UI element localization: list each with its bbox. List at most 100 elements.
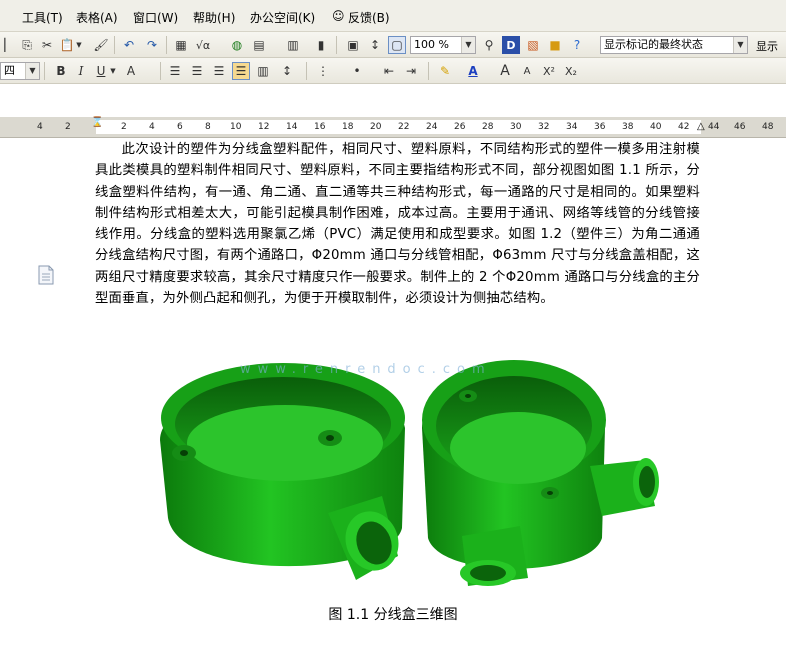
paste-dropdown-icon[interactable]: ▼ (74, 36, 84, 54)
chevron-down-icon[interactable]: ▼ (25, 63, 39, 79)
show-hide-icon[interactable]: ↕ (366, 36, 384, 54)
ruler-label: 40 (650, 122, 662, 132)
bold-icon[interactable]: B (52, 62, 70, 80)
page-view-icon[interactable]: ▢ (388, 36, 406, 54)
ruler-label: 4 (37, 122, 43, 132)
markup-view-select[interactable]: 显示标记的最终状态 ▼ (600, 36, 748, 54)
ruler-label: 2 (65, 122, 71, 132)
chart-icon[interactable]: ▮ (312, 36, 330, 54)
menu-table[interactable]: 表格(A) (76, 9, 118, 26)
table-grid-icon[interactable]: ▤ (250, 36, 268, 54)
format-painter-icon[interactable]: 🖌 (92, 36, 110, 54)
menu-window[interactable]: 窗口(W) (133, 9, 178, 26)
columns-icon[interactable]: ▥ (284, 36, 302, 54)
ruler-label: 10 (230, 122, 242, 132)
ruler-label: 48 (762, 122, 774, 132)
figure-caption: 图 1.1 分线盒三维图 (328, 607, 458, 623)
ruler-label: 42 (678, 122, 690, 132)
ruler-label: 34 (566, 122, 578, 132)
menu-help[interactable]: 帮助(H) (193, 9, 235, 26)
ruler-label: 24 (426, 122, 438, 132)
gift-icon[interactable]: ■ (546, 36, 564, 54)
menu-office-space[interactable]: 办公空间(K) (250, 9, 315, 26)
redo-icon[interactable]: ↷ (143, 36, 161, 54)
insert-table-icon[interactable]: ▦ (172, 36, 190, 54)
font-color-icon[interactable]: A (464, 62, 482, 80)
chevron-down-icon[interactable]: ▼ (733, 37, 747, 53)
undo-icon[interactable]: ↶ (120, 36, 138, 54)
junction-box-right (422, 360, 659, 586)
ruler-label: 12 (258, 122, 270, 132)
superscript-icon[interactable]: X² (540, 62, 558, 80)
ruler-label: 46 (734, 122, 746, 132)
right-indent-icon[interactable]: △ (697, 121, 705, 132)
template-icon[interactable]: ▧ (524, 36, 542, 54)
document-map-icon[interactable]: ▣ (344, 36, 362, 54)
ruler-label: 16 (314, 122, 326, 132)
ruler-label: 8 (205, 122, 211, 132)
horizontal-ruler[interactable]: 4 2 ⌛ 2 4 6 8 10 12 14 16 18 20 22 24 26… (0, 117, 786, 138)
separator (114, 36, 115, 54)
align-center-icon[interactable]: ☰ (188, 62, 206, 80)
menu-feedback[interactable]: 反馈(B) (348, 9, 390, 26)
body-paragraph[interactable]: 此次设计的塑件为分线盒塑料配件，相同尺寸、塑料原料，不同结构形式的塑件一模多用注… (95, 139, 700, 309)
show-label[interactable]: 显示 (756, 38, 778, 54)
cut-icon[interactable]: ✂ (38, 36, 56, 54)
ruler-label: 44 (708, 122, 720, 132)
junction-box-left (160, 363, 405, 580)
underline-dropdown-icon[interactable]: ▼ (108, 62, 118, 80)
decrease-indent-icon[interactable]: ⇤ (380, 62, 398, 80)
formula-icon[interactable]: √α (194, 36, 212, 54)
first-line-indent-icon[interactable]: ⌛ (91, 117, 103, 128)
junction-box-3d-figure (160, 360, 659, 586)
menu-tools[interactable]: 工具(T) (22, 9, 63, 26)
zoom-select[interactable]: 100 % ▼ (410, 36, 476, 54)
font-size-value: 四 (4, 64, 15, 77)
help-icon[interactable]: ? (568, 36, 586, 54)
d-icon[interactable]: D (502, 36, 520, 54)
font-size-select[interactable]: 四 ▼ (0, 62, 40, 80)
formatting-toolbar: 四 ▼ B I U ▼ A ☰ ☰ ☰ ☰ ▥ ↕ ⋮ • ⇤ ⇥ ✎ A A … (0, 58, 786, 84)
feedback-icon[interactable]: ☺ (332, 9, 345, 23)
separator (166, 36, 167, 54)
toolbar-grip-icon: ▏ (4, 38, 14, 52)
ruler-label: 36 (594, 122, 606, 132)
ruler-label: 30 (510, 122, 522, 132)
ruler-label: 6 (177, 122, 183, 132)
numbering-icon[interactable]: ⋮ (314, 62, 332, 80)
find-icon[interactable]: ⚲ (480, 36, 498, 54)
separator (160, 62, 161, 80)
font-effects-icon[interactable]: A (122, 62, 140, 80)
grow-font-icon[interactable]: A (496, 62, 514, 80)
ruler-label: 20 (370, 122, 382, 132)
separator (336, 36, 337, 54)
separator (306, 62, 307, 80)
ruler-label: 2 (121, 122, 127, 132)
menu-bar: 工具(T) 表格(A) 窗口(W) 帮助(H) 办公空间(K) ☺ 反馈(B) (0, 0, 786, 32)
ruler-label: 32 (538, 122, 550, 132)
separator (44, 62, 45, 80)
subscript-icon[interactable]: X₂ (562, 62, 580, 80)
increase-indent-icon[interactable]: ⇥ (402, 62, 420, 80)
web-icon[interactable]: ◍ (228, 36, 246, 54)
ruler-label: 4 (149, 122, 155, 132)
document-icon (38, 265, 54, 285)
shrink-font-icon[interactable]: A (518, 62, 536, 80)
toolbar-gap (0, 84, 786, 117)
align-left-icon[interactable]: ☰ (166, 62, 184, 80)
align-right-icon[interactable]: ☰ (210, 62, 228, 80)
standard-toolbar: ▏ ⎘ ✂ 📋 ▼ 🖌 ↶ ↷ ▦ √α ◍ ▤ ▥ ▮ ▣ ↕ ▢ 100 %… (0, 32, 786, 58)
markup-view-value: 显示标记的最终状态 (604, 38, 703, 51)
justify-icon[interactable]: ☰ (232, 62, 250, 80)
line-spacing-icon[interactable]: ↕ (278, 62, 296, 80)
ruler-label: 14 (286, 122, 298, 132)
ruler-label: 38 (622, 122, 634, 132)
zoom-value: 100 % (414, 38, 449, 51)
distribute-icon[interactable]: ▥ (254, 62, 272, 80)
ruler-label: 26 (454, 122, 466, 132)
copy-icon[interactable]: ⎘ (18, 36, 36, 54)
italic-icon[interactable]: I (72, 62, 90, 80)
bullets-icon[interactable]: • (348, 62, 366, 80)
chevron-down-icon[interactable]: ▼ (461, 37, 475, 53)
highlight-icon[interactable]: ✎ (436, 62, 454, 80)
